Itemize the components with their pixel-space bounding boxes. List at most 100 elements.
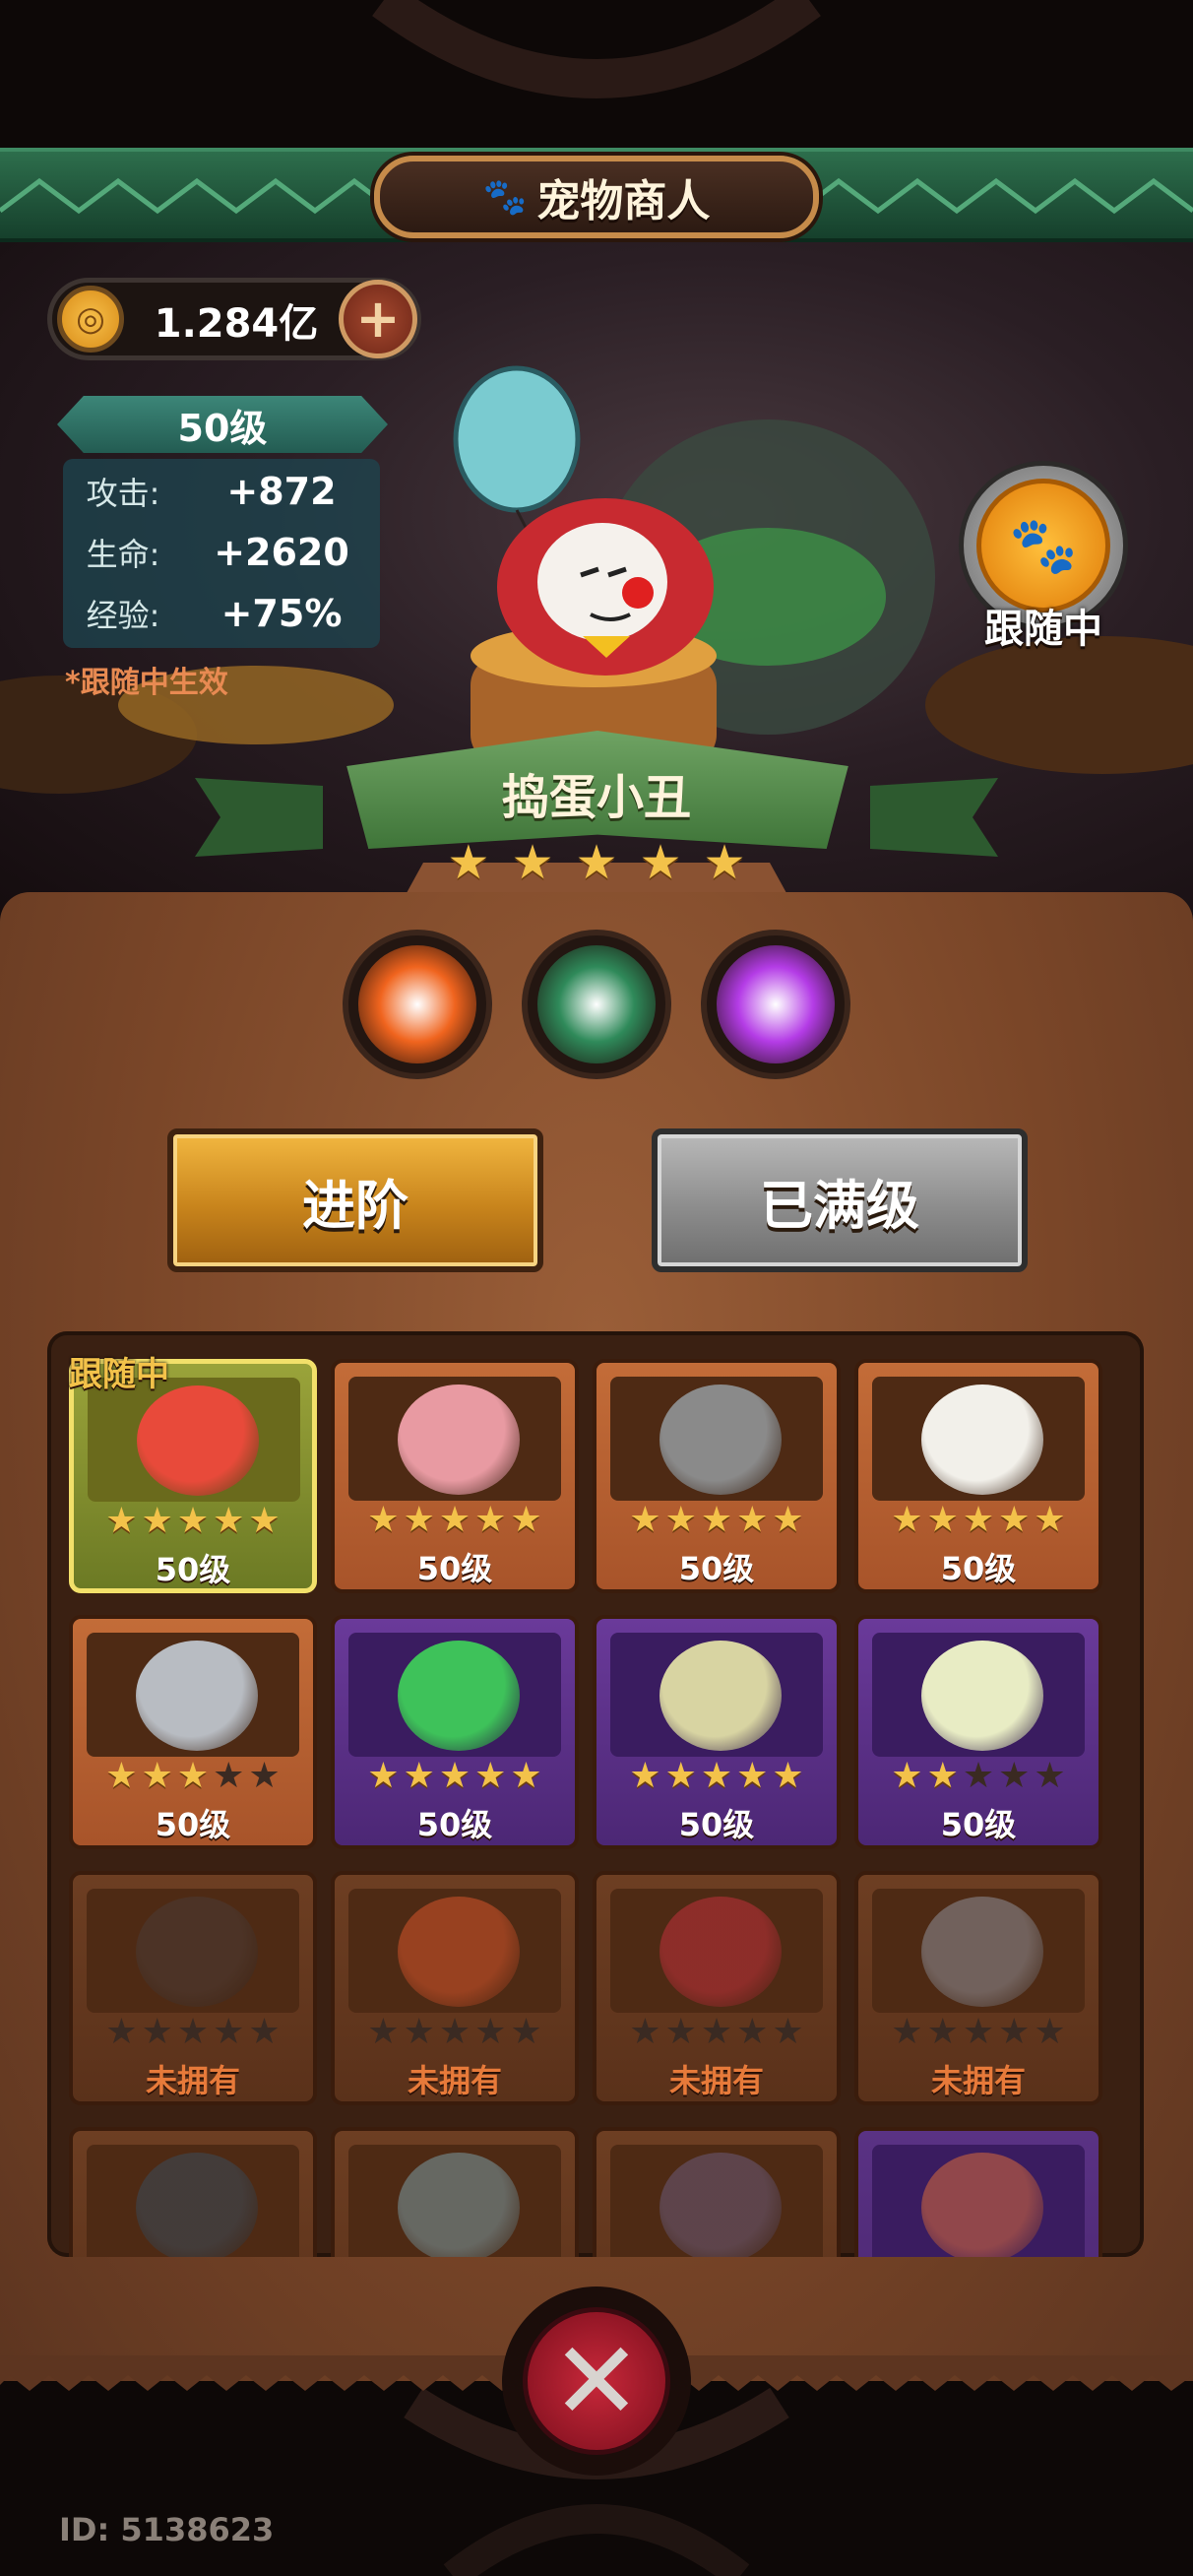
follow-effect-hint: *跟随中生效 — [65, 666, 228, 700]
pet-card-stone-golem[interactable]: ★★★★★ — [331, 2127, 579, 2257]
star-icon: ★ — [403, 1500, 435, 1540]
pet-card-samurai-goose[interactable]: ★ ★ ★ ★ ★ 50级 — [854, 1359, 1102, 1593]
star-icon: ★ — [474, 1756, 507, 1796]
close-icon: ✕ — [523, 2307, 670, 2455]
pet-card-chomper[interactable]: ★ ★ ★ ★ ★ 未拥有 — [69, 1871, 317, 2105]
star-icon: ★ — [639, 835, 682, 890]
card-star-rating: ★ ★ ★ ★ ★ — [73, 2015, 313, 2050]
paw-icon: 🐾 — [482, 177, 528, 218]
coin-icon: ◎ — [57, 286, 124, 353]
star-icon: ★ — [213, 1756, 245, 1796]
star-icon: ★ — [367, 2012, 400, 2052]
skill-slot-1[interactable] — [343, 930, 492, 1079]
skill-slot-3[interactable] — [701, 930, 850, 1079]
pet-card-rooster[interactable]: ★★★★★ — [854, 2127, 1102, 2257]
close-button[interactable]: ✕ — [502, 2286, 691, 2476]
star-icon: ★ — [926, 1500, 959, 1540]
star-icon: ★ — [700, 2012, 733, 2052]
owl-mask-pet-icon — [659, 1641, 782, 1751]
star-icon: ★ — [700, 1756, 733, 1796]
follow-button[interactable]: 🐾 — [976, 479, 1110, 612]
card-level-label: 50级 — [678, 1806, 755, 1843]
claw-skill-icon — [537, 945, 656, 1063]
star-icon: ★ — [510, 2012, 542, 2052]
card-star-rating: ★ ★ ★ ★ ★ — [73, 1759, 313, 1794]
fireball-skill-icon — [358, 945, 476, 1063]
star-icon: ★ — [629, 1500, 661, 1540]
card-level-label: 未拥有 — [668, 2062, 764, 2099]
card-star-rating: ★ ★ ★ ★ ★ — [596, 1503, 837, 1538]
stone-golem-pet-icon — [398, 2153, 520, 2257]
paw-icon: 🐾 — [1009, 514, 1078, 578]
star-icon: ★ — [105, 2012, 138, 2052]
skill-slot-2[interactable] — [522, 930, 671, 1079]
pet-card-owl-mask[interactable]: ★ ★ ★ ★ ★ 50级 — [593, 1615, 841, 1849]
follow-status-label: 跟随中 — [984, 607, 1102, 652]
star-icon: ★ — [962, 1500, 995, 1540]
pet-card-raven[interactable]: ★★★★★ — [69, 2127, 317, 2257]
star-icon: ★ — [772, 2012, 804, 2052]
star-icon: ★ — [510, 1500, 542, 1540]
pet-card-egg-chick[interactable]: ★ ★ ★ ★ ★ 50级 — [854, 1615, 1102, 1849]
clown-pet-icon — [137, 1385, 259, 1496]
card-level-label: 50级 — [416, 1550, 493, 1587]
star-icon: ★ — [962, 1756, 995, 1796]
advance-button[interactable]: 进阶 — [167, 1128, 543, 1272]
star-icon: ★ — [510, 1756, 542, 1796]
star-icon: ★ — [926, 2012, 959, 2052]
card-level-label: 未拥有 — [407, 2062, 502, 2099]
pink-bear-pet-icon — [398, 1385, 520, 1495]
max-level-button[interactable]: 已满级 — [652, 1128, 1028, 1272]
metal-gauntlet-pet-icon — [921, 1897, 1043, 2007]
card-star-rating: ★ ★ ★ ★ ★ — [596, 2015, 837, 2050]
star-icon: ★ — [213, 1501, 245, 1541]
knight-pet-icon — [136, 1641, 258, 1751]
pet-card-metal-gauntlet[interactable]: ★ ★ ★ ★ ★ 未拥有 — [854, 1871, 1102, 2105]
robot-kid-pet-icon — [659, 1385, 782, 1495]
fire-dragon-pet-icon — [398, 1897, 520, 2007]
pet-card-pink-bear[interactable]: ★ ★ ★ ★ ★ 50级 — [331, 1359, 579, 1593]
star-icon: ★ — [736, 2012, 769, 2052]
add-currency-button[interactable]: + — [339, 280, 417, 358]
card-star-rating: ★ ★ ★ ★ ★ — [74, 1504, 312, 1539]
pet-card-robot-kid[interactable]: ★ ★ ★ ★ ★ 50级 — [593, 1359, 841, 1593]
star-icon: ★ — [891, 1756, 923, 1796]
daruma-pet-icon — [659, 1897, 782, 2007]
card-level-label: 50级 — [940, 1806, 1017, 1843]
banner-pattern-left — [0, 177, 396, 215]
stats-panel: 攻击: +872 生命: +2620 经验: +75% — [63, 459, 380, 648]
card-level-label: 未拥有 — [145, 2062, 240, 2099]
star-icon: ★ — [700, 1500, 733, 1540]
card-level-label: 未拥有 — [930, 2062, 1026, 2099]
stat-value: +2620 — [214, 531, 349, 574]
star-icon: ★ — [474, 2012, 507, 2052]
currency-value: 1.284亿 — [154, 301, 319, 347]
following-tag: 跟随中 — [69, 1355, 169, 1394]
page-title: 宠物商人 — [536, 176, 711, 226]
star-icon: ★ — [105, 1756, 138, 1796]
stat-row-health: 生命: +2620 — [63, 524, 380, 581]
card-level-label: 50级 — [416, 1806, 493, 1843]
star-icon: ★ — [367, 1756, 400, 1796]
star-icon: ★ — [447, 835, 490, 890]
pet-card-knight[interactable]: ★ ★ ★ ★ ★ 50级 — [69, 1615, 317, 1849]
star-icon: ★ — [176, 1756, 210, 1796]
star-icon: ★ — [629, 1756, 661, 1796]
user-id: ID: 5138623 — [59, 2511, 275, 2548]
pet-card-daruma[interactable]: ★ ★ ★ ★ ★ 未拥有 — [593, 1871, 841, 2105]
star-icon: ★ — [998, 2012, 1031, 2052]
samurai-goose-pet-icon — [921, 1385, 1043, 1495]
star-icon: ★ — [575, 835, 618, 890]
star-icon: ★ — [474, 1500, 507, 1540]
star-icon: ★ — [141, 2012, 173, 2052]
stat-label: 生命: — [86, 536, 160, 573]
card-level-label: 50级 — [155, 1806, 231, 1843]
star-icon: ★ — [213, 2012, 245, 2052]
cat-ninja-pet-icon — [659, 2153, 782, 2257]
star-icon: ★ — [105, 1501, 138, 1541]
pet-card-fire-dragon[interactable]: ★ ★ ★ ★ ★ 未拥有 — [331, 1871, 579, 2105]
pet-card-cat-ninja[interactable]: ★★★★★ — [593, 2127, 841, 2257]
banner-pattern-right — [797, 177, 1193, 215]
pet-card-green-frog[interactable]: ★ ★ ★ ★ ★ 50级 — [331, 1615, 579, 1849]
card-level-label: 50级 — [940, 1550, 1017, 1587]
